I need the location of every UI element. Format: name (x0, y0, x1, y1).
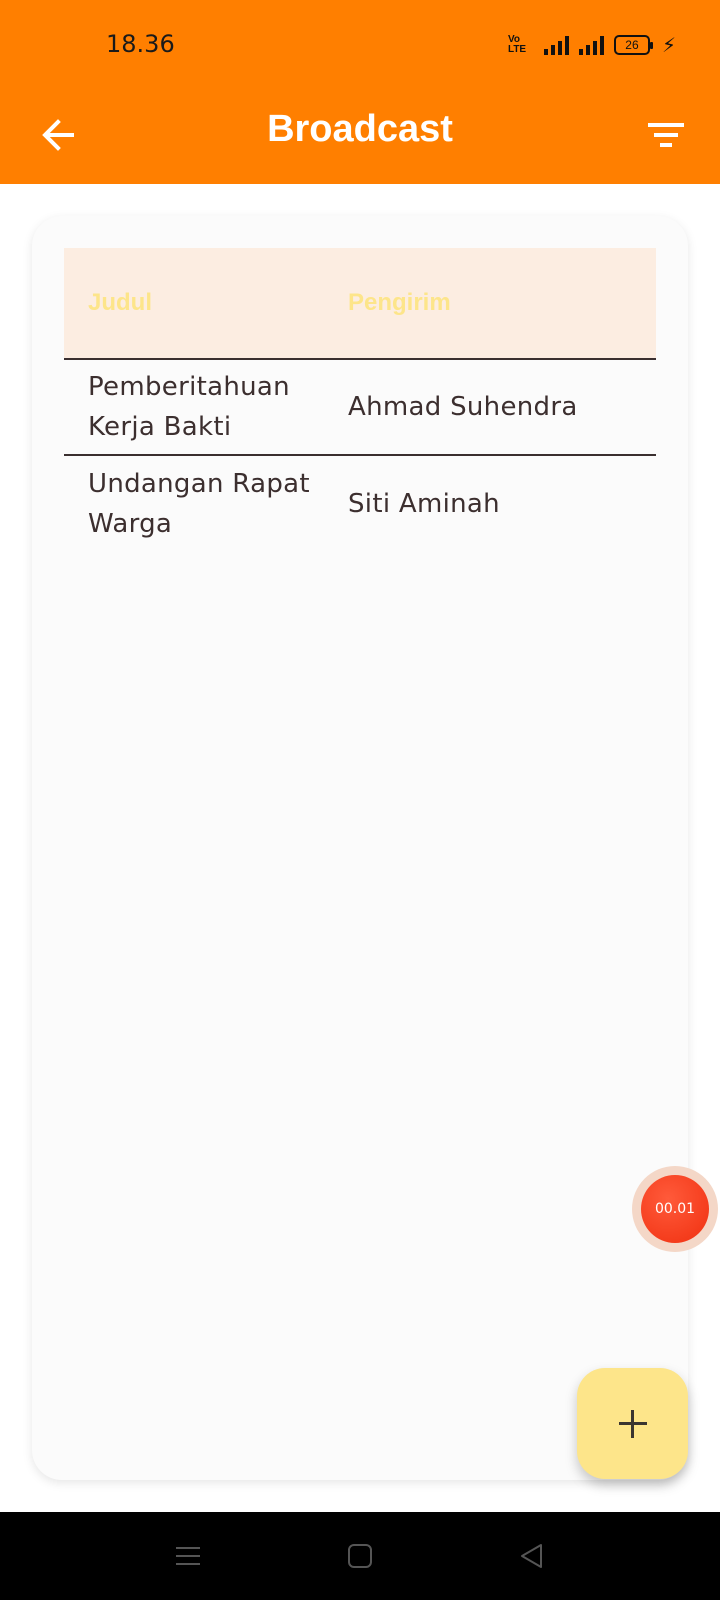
menu-icon (176, 1547, 200, 1565)
plus-icon (618, 1409, 647, 1438)
broadcast-card: Judul Pengirim Pemberitahuan Kerja Bakti… (32, 216, 688, 1480)
nav-menu-button[interactable] (172, 1540, 204, 1572)
back-triangle-icon (521, 1544, 542, 1568)
broadcast-table: Judul Pengirim Pemberitahuan Kerja Bakti… (64, 248, 656, 552)
record-timer: 00.01 (641, 1175, 709, 1243)
screen-record-bubble[interactable]: 00.01 (632, 1166, 718, 1252)
status-bar: 18.36 Vo LTE 26 ⚡ (0, 0, 720, 88)
cell-pengirim: Ahmad Suhendra (348, 392, 578, 422)
add-broadcast-button[interactable] (577, 1368, 688, 1479)
page-title: Broadcast (267, 108, 453, 150)
signal-icon (543, 35, 569, 55)
status-time: 18.36 (106, 30, 175, 58)
table-row[interactable]: Pemberitahuan Kerja Bakti Ahmad Suhendra (64, 360, 656, 456)
status-icons: Vo LTE 26 ⚡ (508, 32, 676, 58)
volte-icon: Vo LTE (507, 34, 527, 55)
charging-icon: ⚡ (661, 34, 676, 57)
system-nav-bar (0, 1512, 720, 1600)
cell-pengirim: Siti Aminah (348, 489, 500, 519)
table-row[interactable]: Undangan Rapat Warga Siti Aminah (64, 456, 656, 552)
filter-icon (648, 123, 684, 147)
app-bar: Broadcast (0, 88, 720, 184)
filter-button[interactable] (640, 110, 690, 160)
cell-judul: Undangan Rapat Warga (88, 469, 310, 539)
nav-back-button[interactable] (516, 1540, 548, 1572)
table-header: Judul Pengirim (64, 248, 656, 360)
signal-icon (578, 35, 604, 55)
header-judul: Judul (88, 289, 152, 316)
header-pengirim: Pengirim (348, 289, 451, 316)
battery-icon: 26 (613, 35, 653, 55)
nav-home-button[interactable] (344, 1540, 376, 1572)
home-square-icon (348, 1544, 372, 1568)
cell-judul: Pemberitahuan Kerja Bakti (88, 372, 290, 442)
